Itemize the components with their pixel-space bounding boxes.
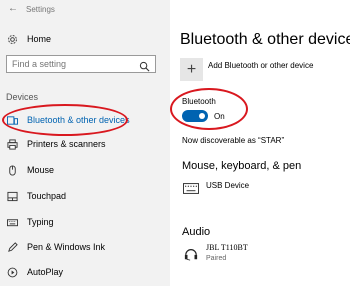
title-bar: ← Settings [8,4,55,14]
sidebar-item-printers[interactable]: Printers & scanners [6,135,106,153]
search-input[interactable] [12,59,132,69]
sidebar-item-typing[interactable]: Typing [6,213,54,231]
sidebar-item-touchpad[interactable]: Touchpad [6,187,66,205]
discoverable-text: Now discoverable as “STAR” [182,136,285,145]
autoplay-icon [6,266,18,278]
sidebar-item-home[interactable]: Home [6,30,51,48]
pen-icon [6,241,18,253]
keyboard-icon [6,216,18,228]
device-usb-device[interactable]: USB Device [206,181,249,190]
sidebar-item-label: Printers & scanners [27,139,106,149]
main-content: Bluetooth & other devices + Add Bluetoot… [170,0,350,286]
back-arrow-icon[interactable]: ← [8,4,18,14]
sidebar-item-label: Mouse [27,165,55,175]
window-title: Settings [26,4,55,14]
headset-icon [182,244,200,264]
sidebar-item-label: Touchpad [27,191,67,201]
settings-sidebar: ← Settings Home Devices Bluetooth & othe… [0,0,170,286]
section-label-devices: Devices [6,92,39,102]
sidebar-item-mouse[interactable]: Mouse [6,161,54,179]
audio-heading: Audio [182,226,211,238]
search-box[interactable] [6,55,156,73]
page-title: Bluetooth & other devices [180,31,350,48]
search-icon[interactable] [139,59,150,72]
sidebar-item-label: Home [27,34,52,44]
sidebar-item-label: Typing [27,217,54,227]
mouse-keyboard-pen-heading: Mouse, keyboard, & pen [182,160,302,172]
plus-icon: + [186,60,197,78]
sidebar-item-pen[interactable]: Pen & Windows Ink [6,238,105,256]
annotation-circle-sidebar [2,104,128,136]
sidebar-item-label: AutoPlay [27,267,64,277]
sidebar-item-label: Pen & Windows Ink [27,242,106,252]
gear-icon [6,33,18,45]
printer-icon [6,138,18,150]
device-status: Paired [206,255,227,262]
keyboard-icon [182,180,200,196]
sidebar-item-autoplay[interactable]: AutoPlay [6,263,63,281]
device-jbl-t110bt[interactable]: JBL T110BT [206,243,248,252]
add-device-button[interactable]: + [180,58,203,81]
add-device-label[interactable]: Add Bluetooth or other device [208,61,313,70]
mouse-icon [6,164,18,176]
annotation-circle-toggle [170,88,248,130]
touchpad-icon [6,190,18,202]
